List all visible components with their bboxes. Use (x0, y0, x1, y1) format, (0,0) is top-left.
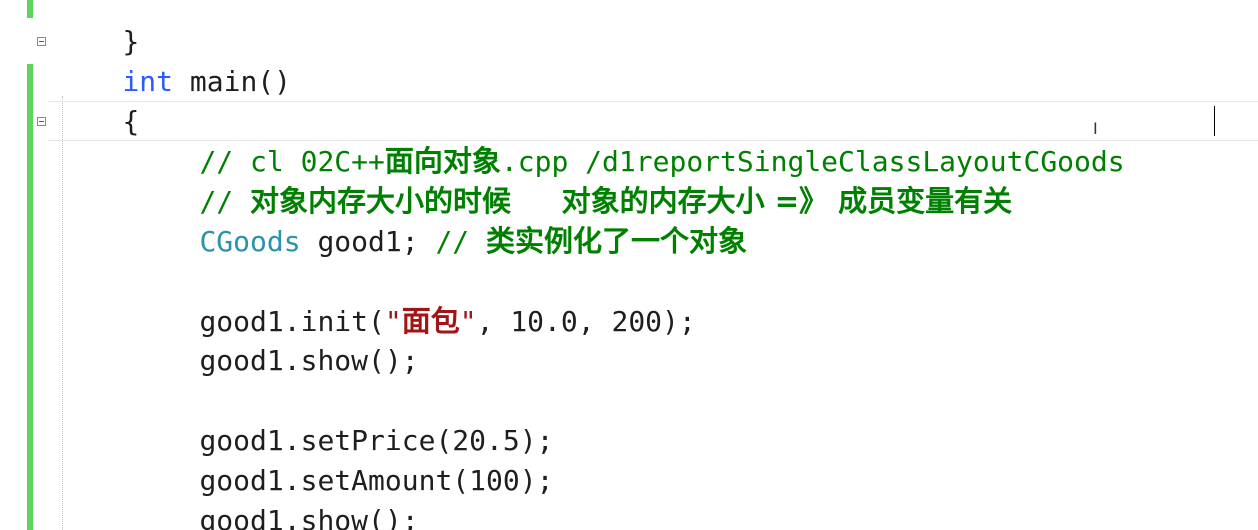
code-line[interactable]: good1.init("面包", 10.0, 200); (132, 261, 695, 338)
code-line[interactable]: good1.show(); (132, 461, 418, 530)
code-editor[interactable]: } int main() { // cl 02C++面向对象.cpp /d1re… (0, 0, 1258, 530)
code-text: good1; (300, 225, 436, 258)
code-line[interactable]: int main() (55, 22, 291, 98)
code-line[interactable]: } (55, 0, 139, 58)
change-marker (27, 64, 33, 530)
text-caret (1214, 106, 1215, 136)
comment-text: =》 (764, 184, 839, 218)
code-text: good1.show(); (199, 344, 419, 377)
code-text: good1.show(); (199, 504, 419, 530)
comment-text: 成员变量有关 (838, 184, 1013, 218)
fold-toggle-icon[interactable] (37, 117, 46, 126)
code-line[interactable]: CGoods good1; // 类实例化了一个对象 (132, 181, 747, 258)
string-literal: " (459, 305, 477, 338)
function-signature: main() (173, 65, 292, 98)
change-marker (27, 0, 33, 18)
code-text: , 10.0, 200); (476, 305, 696, 338)
code-line[interactable]: // 对象内存大小的时候 对象的内存大小 =》 成员变量有关 (132, 141, 1012, 218)
ibeam-cursor-icon: I (1093, 119, 1098, 138)
code-line[interactable]: { (55, 62, 139, 138)
comment-text: // (435, 225, 487, 258)
code-line[interactable]: // cl 02C++面向对象.cpp /d1reportSingleClass… (132, 101, 1124, 178)
code-line[interactable]: good1.setAmount(100); (132, 421, 553, 497)
code-line[interactable]: good1.setPrice(20.5); (132, 381, 553, 457)
code-line[interactable]: good1.show(); (132, 301, 418, 377)
comment-text: 类实例化了一个对象 (486, 224, 748, 258)
type-name: CGoods (199, 225, 301, 258)
fold-toggle-icon[interactable] (37, 37, 46, 46)
